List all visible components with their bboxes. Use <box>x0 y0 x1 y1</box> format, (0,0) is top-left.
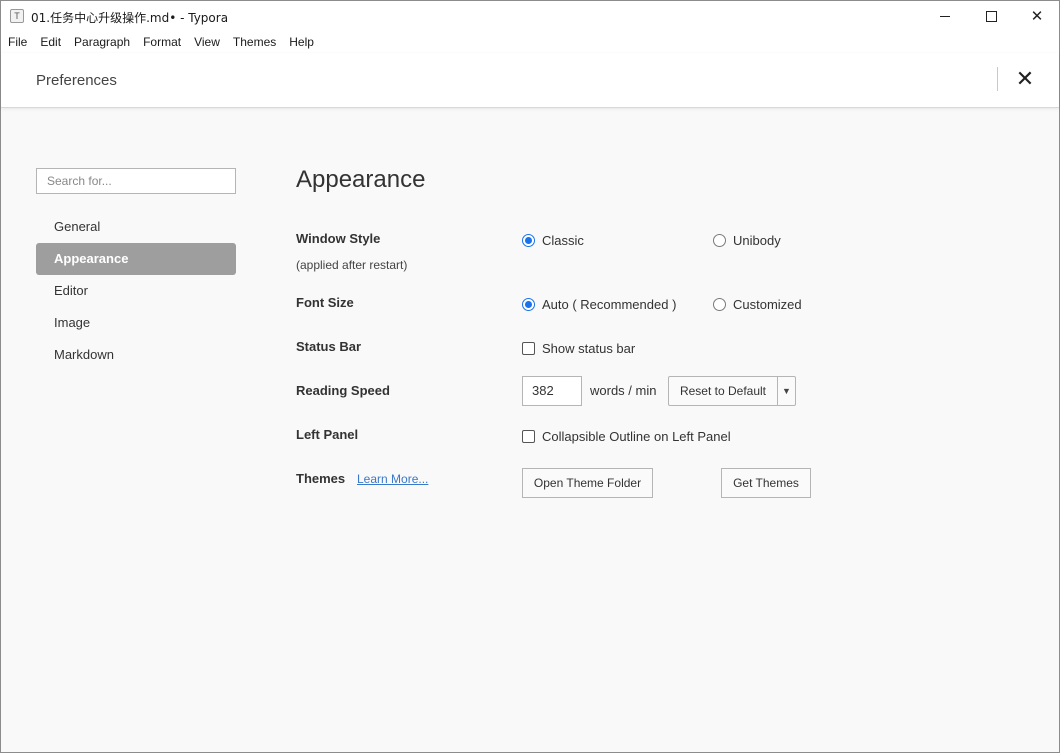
radio-button[interactable] <box>713 234 726 247</box>
radio-button[interactable] <box>713 298 726 311</box>
minimize-button[interactable] <box>922 1 968 31</box>
font-size-label: Font Size <box>296 295 354 310</box>
open-theme-folder-button[interactable]: Open Theme Folder <box>522 468 653 498</box>
window-close-button[interactable]: ✕ <box>1014 1 1060 31</box>
sidebar-item-appearance[interactable]: Appearance <box>36 243 236 275</box>
sidebar-item-image[interactable]: Image <box>36 307 236 339</box>
preferences-close-button[interactable]: ✕ <box>1011 65 1039 93</box>
search-input[interactable] <box>36 168 236 194</box>
window-style-label: Window Style <box>296 231 381 246</box>
radio-classic[interactable]: Classic <box>522 233 584 248</box>
title-bar: T 01.任务中心升级操作.md• - Typora ✕ <box>1 1 1059 31</box>
collapsible-outline-checkbox[interactable] <box>522 430 535 443</box>
status-bar-label: Status Bar <box>296 339 362 354</box>
radio-auto-label: Auto ( Recommended ) <box>542 297 677 312</box>
menu-themes[interactable]: Themes <box>227 35 282 49</box>
radio-customized[interactable]: Customized <box>713 297 802 312</box>
learn-more-link[interactable]: Learn More... <box>357 472 428 486</box>
menu-file[interactable]: File <box>2 35 33 49</box>
preferences-title: Preferences <box>36 72 117 89</box>
menu-edit[interactable]: Edit <box>34 35 67 49</box>
preferences-header: Preferences ✕ <box>1 53 1059 108</box>
sidebar-item-general[interactable]: General <box>36 211 236 243</box>
menu-bar: File Edit Paragraph Format View Themes H… <box>1 31 1059 53</box>
reading-speed-input[interactable]: 382 <box>522 376 582 406</box>
show-status-bar-checkbox[interactable] <box>522 342 535 355</box>
menu-format[interactable]: Format <box>137 35 187 49</box>
sidebar-item-editor[interactable]: Editor <box>36 275 236 307</box>
sidebar-item-markdown[interactable]: Markdown <box>36 339 236 371</box>
show-status-bar-option[interactable]: Show status bar <box>522 341 635 356</box>
radio-classic-label: Classic <box>542 233 584 248</box>
radio-button[interactable] <box>522 234 535 247</box>
close-icon: ✕ <box>1030 8 1044 25</box>
menu-paragraph[interactable]: Paragraph <box>68 35 136 49</box>
header-divider <box>997 67 998 91</box>
collapsible-outline-label: Collapsible Outline on Left Panel <box>542 429 731 444</box>
typora-window: T 01.任务中心升级操作.md• - Typora ✕ File Edit P… <box>0 0 1060 753</box>
show-status-bar-label: Show status bar <box>542 341 636 356</box>
window-style-note: (applied after restart) <box>296 258 408 272</box>
maximize-button[interactable] <box>968 1 1014 31</box>
section-title: Appearance <box>296 166 426 193</box>
radio-unibody-label: Unibody <box>733 233 781 248</box>
window-title: 01.任务中心升级操作.md• - Typora <box>31 11 229 25</box>
radio-unibody[interactable]: Unibody <box>713 233 781 248</box>
get-themes-button[interactable]: Get Themes <box>721 468 811 498</box>
typora-app-icon: T <box>10 9 24 23</box>
menu-view[interactable]: View <box>188 35 226 49</box>
radio-customized-label: Customized <box>733 297 802 312</box>
close-icon: ✕ <box>1015 66 1035 91</box>
themes-label: Themes <box>296 471 346 486</box>
radio-button[interactable] <box>522 298 535 311</box>
collapsible-outline-option[interactable]: Collapsible Outline on Left Panel <box>522 429 731 444</box>
maximize-icon <box>985 10 997 22</box>
reading-speed-unit: words / min <box>590 383 657 398</box>
menu-help[interactable]: Help <box>283 35 320 49</box>
reset-to-default-button[interactable]: Reset to Default <box>668 376 778 406</box>
minimize-icon <box>940 15 950 17</box>
reset-dropdown-button[interactable]: ▼ <box>777 376 796 406</box>
reading-speed-label: Reading Speed <box>296 383 390 398</box>
radio-auto[interactable]: Auto ( Recommended ) <box>522 297 676 312</box>
chevron-down-icon: ▼ <box>782 386 791 396</box>
left-panel-label: Left Panel <box>296 427 359 442</box>
